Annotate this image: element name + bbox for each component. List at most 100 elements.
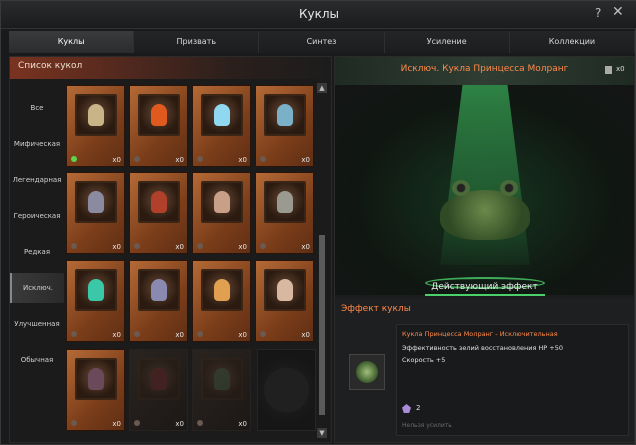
doll-figure-icon <box>88 368 104 390</box>
doll-card[interactable]: x0 <box>192 349 251 431</box>
doll-effect-panel: Эффект куклы Кукла Принцесса Молранг - И… <box>335 298 634 442</box>
doll-portrait <box>201 269 243 311</box>
doll-count: x0 <box>175 243 184 251</box>
doll-count: x0 <box>238 331 247 339</box>
doll-figure-icon <box>88 104 104 126</box>
active-effect-caption: Действующий эффект <box>431 282 538 292</box>
tab-enhance[interactable]: Усиление <box>384 31 510 53</box>
category-rare[interactable]: Редкая <box>10 237 64 267</box>
tab-synthesis[interactable]: Синтез <box>259 31 385 53</box>
doll-card[interactable]: x0 <box>129 260 188 342</box>
doll-card[interactable]: x0 <box>66 349 125 431</box>
lock-icon <box>134 156 140 162</box>
book-icon <box>605 66 612 74</box>
doll-count: x0 <box>112 331 121 339</box>
doll-card[interactable]: x0 <box>66 260 125 342</box>
tab-summon[interactable]: Призвать <box>134 31 260 53</box>
doll-figure-icon <box>277 191 293 213</box>
doll-count: x0 <box>238 156 247 164</box>
category-mythic[interactable]: Мифическая <box>10 129 64 159</box>
doll-detail-header: Исключ. Кукла Принцесса Молранг x0 <box>335 57 634 85</box>
doll-portrait <box>264 181 306 223</box>
doll-model-eye <box>500 180 518 196</box>
doll-name: Исключ. Кукла Принцесса Молранг <box>400 64 569 74</box>
doll-detail-panel: Исключ. Кукла Принцесса Молранг x0 Дейст… <box>334 56 635 443</box>
category-improved[interactable]: Улучшенная <box>10 309 64 339</box>
doll-card[interactable]: x0 <box>129 172 188 254</box>
doll-figure-icon <box>151 104 167 126</box>
doll-figure-icon <box>88 279 104 301</box>
effect-doll-name: Кукла Принцесса Молранг - Исключительная <box>402 330 558 338</box>
doll-figure-icon <box>277 279 293 301</box>
lock-icon <box>197 331 203 337</box>
doll-model <box>430 170 540 240</box>
doll-figure-icon <box>214 104 230 126</box>
doll-card[interactable]: x0 <box>66 85 125 167</box>
category-legendary[interactable]: Легендарная <box>10 165 64 195</box>
lock-icon <box>197 243 203 249</box>
doll-count: x0 <box>175 331 184 339</box>
cannot-enhance-note: Нельзя усилить <box>402 422 452 429</box>
effect-stat-speed: Скорость +5 <box>402 356 446 364</box>
doll-portrait <box>75 358 117 400</box>
lock-icon <box>134 243 140 249</box>
doll-card[interactable]: x0 <box>66 172 125 254</box>
category-exclusive[interactable]: Исключ. <box>10 273 64 303</box>
category-heroic[interactable]: Героическая <box>10 201 64 231</box>
doll-figure-icon <box>214 191 230 213</box>
doll-card[interactable]: x0 <box>129 349 188 431</box>
doll-list-scrollbar[interactable]: ▲ ▼ <box>317 83 327 438</box>
doll-card[interactable]: x0 <box>255 172 314 254</box>
doll-card[interactable]: x0 <box>192 260 251 342</box>
doll-card[interactable]: x0 <box>255 85 314 167</box>
close-icon[interactable]: ✕ <box>612 4 624 20</box>
doll-figure-icon <box>214 279 230 301</box>
doll-effect-icon-frame <box>349 354 385 390</box>
doll-card[interactable]: x0 <box>255 260 314 342</box>
doll-effect-label: Эффект куклы <box>341 304 411 314</box>
doll-portrait <box>75 181 117 223</box>
doll-figure-icon <box>214 368 230 390</box>
scroll-thumb[interactable] <box>319 235 325 415</box>
tab-dolls[interactable]: Куклы <box>9 31 135 53</box>
frog-icon <box>356 361 378 383</box>
doll-portrait <box>75 94 117 136</box>
doll-list-panel: Список кукол Все Мифическая Легендарная … <box>9 56 332 443</box>
doll-count: x0 <box>175 420 184 428</box>
doll-count: x0 <box>301 156 310 164</box>
category-common[interactable]: Обычная <box>10 345 64 375</box>
doll-portrait <box>201 181 243 223</box>
lock-icon <box>71 420 77 426</box>
doll-card[interactable]: x0 <box>192 85 251 167</box>
tab-collections[interactable]: Коллекции <box>509 31 636 53</box>
doll-preview <box>335 85 634 295</box>
doll-card[interactable]: x0 <box>192 172 251 254</box>
help-icon[interactable]: ? <box>595 6 601 20</box>
scroll-down-button[interactable]: ▼ <box>317 428 327 438</box>
doll-count: x0 <box>112 243 121 251</box>
doll-count: x0 <box>112 420 121 428</box>
lock-icon <box>71 331 77 337</box>
doll-count: x0 <box>301 331 310 339</box>
doll-card[interactable]: x0 <box>129 85 188 167</box>
doll-figure-icon <box>151 191 167 213</box>
doll-count: x0 <box>238 243 247 251</box>
doll-figure-icon <box>151 368 167 390</box>
lock-icon <box>197 156 203 162</box>
doll-count: x0 <box>238 420 247 428</box>
doll-count: x0 <box>112 156 121 164</box>
doll-portrait <box>138 269 180 311</box>
doll-figure-icon <box>277 104 293 126</box>
lock-icon <box>260 156 266 162</box>
doll-portrait <box>138 358 180 400</box>
active-effect-underline <box>425 294 545 296</box>
scroll-up-button[interactable]: ▲ <box>317 83 327 93</box>
category-all[interactable]: Все <box>10 93 64 123</box>
crest-count: 2 <box>416 404 421 412</box>
empty-doll-slot <box>257 349 316 431</box>
doll-portrait <box>138 94 180 136</box>
title-bar: Куклы ? ✕ <box>1 1 636 29</box>
owned-count: x0 <box>616 65 625 73</box>
effect-stat-hp-potion: Эффективность зелий восстановления HP +5… <box>402 344 564 352</box>
crest-icon <box>402 404 411 413</box>
